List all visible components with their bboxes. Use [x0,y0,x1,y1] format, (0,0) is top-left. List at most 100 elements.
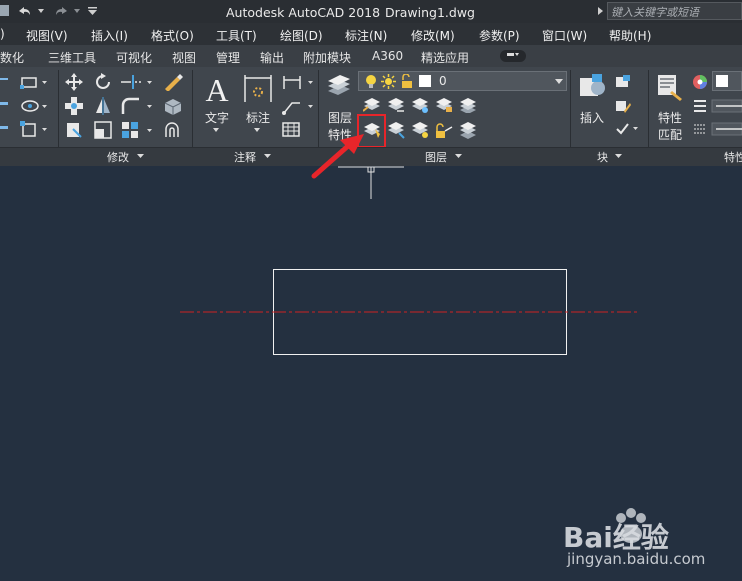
region-tool-icon[interactable] [20,121,48,139]
tab-visualize[interactable]: 可视化 [116,49,152,66]
tab-output[interactable]: 输出 [260,49,284,66]
layer-states-icon[interactable] [459,121,477,139]
customize-quick-access-icon[interactable] [88,7,97,15]
edit-block-icon[interactable] [615,98,631,114]
text-button-label[interactable]: 文字 [205,109,229,126]
center-line[interactable] [180,310,640,314]
insert-button-label[interactable]: 插入 [580,109,604,126]
match-properties-label-1[interactable]: 特性 [658,109,682,126]
chevron-down-icon[interactable] [264,154,271,158]
ribbon-display-toggle[interactable] [500,50,526,62]
unlock-icon[interactable] [401,74,413,89]
save-icon[interactable] [0,4,10,18]
scale-icon[interactable] [94,121,112,139]
chevron-down-icon[interactable] [615,154,622,158]
leader-icon[interactable] [282,97,314,115]
layer-properties-label-1[interactable]: 图层 [328,109,352,126]
file-name: Drawing1.dwg [385,5,475,20]
linear-dim-icon[interactable] [282,73,314,91]
insert-block-large-icon[interactable] [578,72,608,102]
search-input[interactable]: 键入关键字或短语 [607,2,742,20]
menu-insert[interactable]: 插入(I) [91,27,128,44]
panel-title-annotation[interactable]: 注释 [234,149,256,165]
chevron-down-icon[interactable] [137,154,144,158]
fillet-icon[interactable] [121,97,153,115]
color-wheel-icon[interactable] [692,74,708,90]
ribbon-tab-bar [0,45,742,68]
copy-icon[interactable] [65,97,83,115]
menu-parametric[interactable]: 参数(P) [479,27,520,44]
tab-a360[interactable]: A360 [372,49,403,63]
dimension-large-icon[interactable] [243,74,273,104]
stretch-icon[interactable] [65,121,83,139]
mirror-icon[interactable] [94,97,112,115]
tab-3d-tools[interactable]: 三维工具 [48,49,96,66]
erase-icon[interactable] [163,73,183,91]
linetype-icon[interactable] [692,121,742,137]
lightbulb-icon[interactable] [365,74,377,89]
menu-draw[interactable]: 绘图(D) [280,27,323,44]
rotate-icon[interactable] [94,73,112,91]
menu-help[interactable]: 帮助(H) [609,27,651,44]
chevron-down-icon[interactable] [38,9,44,13]
array-icon[interactable] [121,121,153,139]
tab-featured-apps[interactable]: 精选应用 [421,49,469,66]
tab-view[interactable]: 视图 [172,49,196,66]
layer-lock-icon[interactable] [435,97,453,113]
attribute-icon[interactable] [615,121,639,137]
panel-title-block[interactable]: 块 [597,149,608,165]
undo-icon[interactable] [16,5,32,17]
panel-title-properties[interactable]: 特性 [724,149,742,165]
redo-icon[interactable] [54,5,70,17]
color-dropdown[interactable] [712,71,742,91]
search-placeholder: 键入关键字或短语 [611,6,699,19]
sun-icon[interactable] [381,74,396,89]
offset-icon[interactable] [163,121,183,139]
3d-box-icon[interactable] [163,97,183,115]
chevron-down-icon[interactable] [213,128,219,132]
menu-format[interactable]: 格式(O) [151,27,194,44]
title-bar: Autodesk AutoCAD 2018 Drawing1.dwg 键入关键字… [0,0,742,24]
layer-properties-large-icon[interactable] [326,73,352,99]
lineweight-icon[interactable] [692,98,742,114]
match-properties-large-icon[interactable] [656,73,686,103]
move-icon[interactable] [65,73,83,91]
layer-thaw-icon[interactable] [411,121,429,139]
ribbon-toggle-icon [507,53,519,56]
table-icon[interactable] [282,121,302,139]
layer-walk-icon[interactable] [459,97,477,113]
tab-parametric[interactable]: 参数化 [0,49,24,66]
layer-isolate-icon[interactable] [387,97,405,113]
menu-modify[interactable]: 修改(M) [411,27,455,44]
layer-dropdown[interactable]: 0 [358,71,567,91]
trim-icon[interactable] [121,73,153,91]
tab-addins[interactable]: 附加模块 [303,49,351,66]
watermark-url: jingyan.baidu.com [567,550,706,568]
chevron-down-icon [555,79,563,84]
menu-window[interactable]: 窗口(W) [542,27,587,44]
chevron-down-icon[interactable] [455,154,462,158]
chevron-right-icon[interactable] [598,7,603,15]
chevron-down-icon[interactable] [254,128,260,132]
chevron-down-icon[interactable] [74,9,80,13]
dimension-button-label[interactable]: 标注 [246,109,270,126]
tab-manage[interactable]: 管理 [216,49,240,66]
hatch-tool-icon[interactable] [20,98,48,114]
layer-off-icon[interactable] [363,97,381,113]
rectangle-tool-icon[interactable] [20,74,48,90]
menu-edge-paren: ) [0,27,5,41]
text-large-icon[interactable]: A [202,74,232,104]
menu-tools[interactable]: 工具(T) [216,27,257,44]
color-swatch [716,75,728,87]
match-properties-label-2[interactable]: 匹配 [658,126,682,143]
layer-color-swatch [419,75,431,87]
match-layer-icon[interactable] [387,121,405,139]
menu-view[interactable]: 视图(V) [26,27,68,44]
layer-freeze-icon[interactable] [411,97,429,113]
draw-partial-icons[interactable] [0,72,10,142]
menu-dimension[interactable]: 标注(N) [345,27,387,44]
layer-unlock-icon[interactable] [435,121,453,139]
panel-title-layers[interactable]: 图层 [425,149,447,165]
panel-title-modify[interactable]: 修改 [107,149,129,165]
create-block-icon[interactable] [615,74,631,90]
